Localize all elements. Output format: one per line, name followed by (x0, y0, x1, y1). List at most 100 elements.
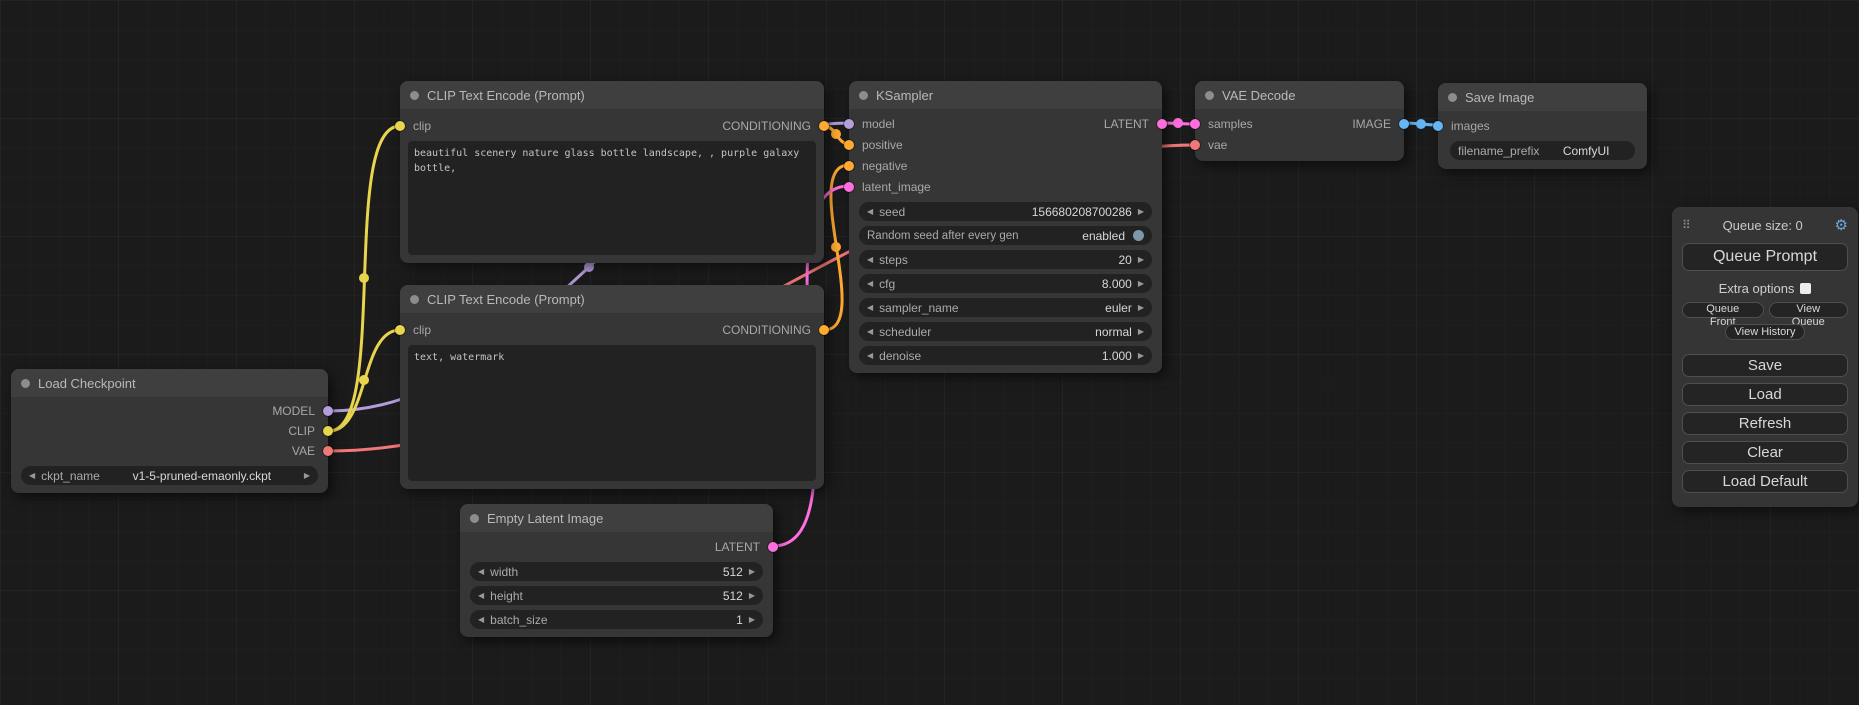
output-pin-latent[interactable] (1157, 119, 1167, 129)
view-history-button[interactable]: View History (1725, 324, 1806, 340)
widget-height[interactable]: ◀ height 512 ▶ (470, 586, 763, 605)
link-dot (831, 242, 841, 252)
widget-seed[interactable]: ◀ seed 156680208700286 ▶ (859, 202, 1152, 221)
drag-handle-icon[interactable]: ⠿ (1682, 218, 1691, 232)
prev-value-icon[interactable]: ◀ (867, 304, 873, 312)
collapse-dot-icon[interactable] (410, 91, 419, 100)
comfyui-canvas[interactable]: { "colors": { "model": "#B39DDB", "clip"… (0, 0, 1859, 705)
slot-row: model LATENT (849, 113, 1162, 134)
widget-denoise[interactable]: ◀ denoise 1.000 ▶ (859, 346, 1152, 365)
extra-options-checkbox[interactable] (1800, 283, 1811, 294)
widget-width[interactable]: ◀ width 512 ▶ (470, 562, 763, 581)
input-pin-latent-image[interactable] (844, 182, 854, 192)
input-pin-model[interactable] (844, 119, 854, 129)
input-pin-negative[interactable] (844, 161, 854, 171)
settings-gear-icon[interactable]: ⚙ (1835, 218, 1848, 233)
collapse-dot-icon[interactable] (470, 514, 479, 523)
widget-random-seed[interactable]: Random seed after every gen enabled (859, 226, 1152, 245)
prev-value-icon[interactable]: ◀ (867, 328, 873, 336)
collapse-dot-icon[interactable] (1205, 91, 1214, 100)
node-header[interactable]: CLIP Text Encode (Prompt) (400, 81, 824, 109)
queue-prompt-button[interactable]: Queue Prompt (1682, 243, 1848, 271)
input-pin-positive[interactable] (844, 140, 854, 150)
output-label-clip: CLIP (288, 424, 315, 438)
node-header[interactable]: Save Image (1438, 83, 1647, 111)
decrement-icon[interactable]: ◀ (867, 280, 873, 288)
input-pin-clip[interactable] (395, 121, 405, 131)
node-ksampler[interactable]: KSampler model LATENT positive negative … (849, 81, 1162, 373)
input-pin-vae[interactable] (1190, 140, 1200, 150)
output-pin-conditioning[interactable] (819, 121, 829, 131)
input-label-latent-image: latent_image (862, 180, 931, 194)
node-header[interactable]: Empty Latent Image (460, 504, 773, 532)
widget-label: height (490, 589, 523, 603)
node-header[interactable]: KSampler (849, 81, 1162, 109)
output-pin-vae[interactable] (323, 446, 333, 456)
node-title: Load Checkpoint (38, 376, 136, 391)
prev-value-icon[interactable]: ◀ (29, 472, 35, 480)
load-default-button[interactable]: Load Default (1682, 470, 1848, 493)
decrement-icon[interactable]: ◀ (478, 616, 484, 624)
increment-icon[interactable]: ▶ (1138, 208, 1144, 216)
decrement-icon[interactable]: ◀ (867, 256, 873, 264)
clear-button[interactable]: Clear (1682, 441, 1848, 464)
widget-sampler-name[interactable]: ◀ sampler_name euler ▶ (859, 298, 1152, 317)
decrement-icon[interactable]: ◀ (867, 352, 873, 360)
increment-icon[interactable]: ▶ (749, 616, 755, 624)
node-vae-decode[interactable]: VAE Decode samples IMAGE vae (1195, 81, 1404, 161)
output-pin-clip[interactable] (323, 426, 333, 436)
load-button[interactable]: Load (1682, 383, 1848, 406)
widget-steps[interactable]: ◀ steps 20 ▶ (859, 250, 1152, 269)
increment-icon[interactable]: ▶ (1138, 280, 1144, 288)
increment-icon[interactable]: ▶ (1138, 352, 1144, 360)
collapse-dot-icon[interactable] (21, 379, 30, 388)
input-pin-images[interactable] (1433, 121, 1443, 131)
refresh-button[interactable]: Refresh (1682, 412, 1848, 435)
collapse-dot-icon[interactable] (1448, 93, 1457, 102)
node-header[interactable]: Load Checkpoint (11, 369, 328, 397)
queue-front-button[interactable]: Queue Front (1682, 302, 1764, 318)
decrement-icon[interactable]: ◀ (478, 592, 484, 600)
increment-icon[interactable]: ▶ (749, 592, 755, 600)
collapse-dot-icon[interactable] (859, 91, 868, 100)
widget-batch-size[interactable]: ◀ batch_size 1 ▶ (470, 610, 763, 629)
view-queue-button[interactable]: View Queue (1769, 302, 1848, 318)
next-value-icon[interactable]: ▶ (1138, 328, 1144, 336)
increment-icon[interactable]: ▶ (1138, 256, 1144, 264)
widget-value: 156680208700286 (1032, 205, 1132, 219)
output-pin-image[interactable] (1399, 119, 1409, 129)
output-label-image: IMAGE (1352, 117, 1391, 131)
widget-ckpt-name[interactable]: ◀ ckpt_name v1-5-pruned-emaonly.ckpt ▶ (21, 466, 318, 485)
node-clip-text-encode-negative[interactable]: CLIP Text Encode (Prompt) clip CONDITION… (400, 285, 824, 489)
widget-scheduler[interactable]: ◀ scheduler normal ▶ (859, 322, 1152, 341)
node-header[interactable]: VAE Decode (1195, 81, 1404, 109)
node-title: CLIP Text Encode (Prompt) (427, 88, 585, 103)
output-pin-latent[interactable] (768, 542, 778, 552)
decrement-icon[interactable]: ◀ (867, 208, 873, 216)
input-pin-clip[interactable] (395, 325, 405, 335)
next-value-icon[interactable]: ▶ (304, 472, 310, 480)
node-save-image[interactable]: Save Image images filename_prefix ComfyU… (1438, 83, 1647, 169)
input-label-positive: positive (862, 138, 903, 152)
widget-cfg[interactable]: ◀ cfg 8.000 ▶ (859, 274, 1152, 293)
widget-label: denoise (879, 349, 921, 363)
input-pin-samples[interactable] (1190, 119, 1200, 129)
node-empty-latent-image[interactable]: Empty Latent Image LATENT ◀ width 512 ▶ … (460, 504, 773, 637)
increment-icon[interactable]: ▶ (749, 568, 755, 576)
toggle-knob[interactable] (1133, 230, 1144, 241)
widget-label: seed (879, 205, 905, 219)
output-pin-model[interactable] (323, 406, 333, 416)
next-value-icon[interactable]: ▶ (1138, 304, 1144, 312)
input-label-images: images (1451, 119, 1490, 133)
widget-filename-prefix[interactable]: filename_prefix ComfyUI (1450, 141, 1635, 160)
node-load-checkpoint[interactable]: Load Checkpoint MODEL CLIP VAE ◀ ckpt_na… (11, 369, 328, 493)
collapse-dot-icon[interactable] (410, 295, 419, 304)
node-clip-text-encode-positive[interactable]: CLIP Text Encode (Prompt) clip CONDITION… (400, 81, 824, 263)
output-slot-clip: CLIP (11, 421, 328, 441)
output-pin-conditioning[interactable] (819, 325, 829, 335)
negative-prompt-textarea[interactable]: text, watermark (408, 345, 816, 481)
prompt-textarea[interactable]: beautiful scenery nature glass bottle la… (408, 141, 816, 255)
node-header[interactable]: CLIP Text Encode (Prompt) (400, 285, 824, 313)
save-button[interactable]: Save (1682, 354, 1848, 377)
decrement-icon[interactable]: ◀ (478, 568, 484, 576)
